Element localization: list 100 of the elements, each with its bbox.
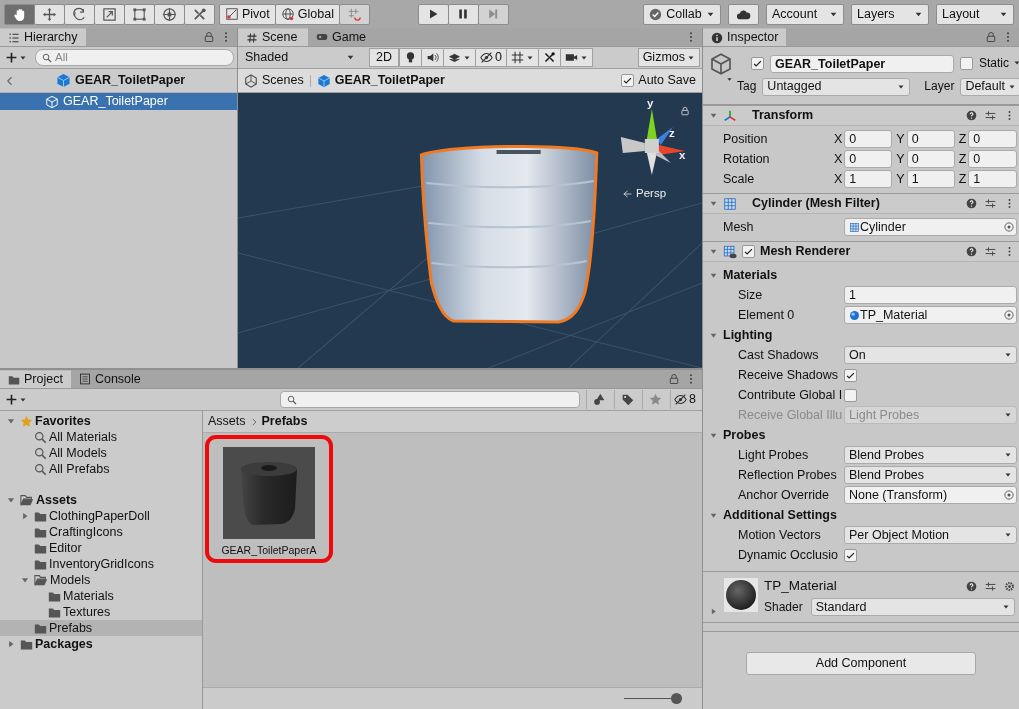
tree-item[interactable]: Textures [0,604,202,620]
transform-tool-button[interactable] [154,3,185,25]
mesh-grid-icon [723,196,737,211]
hierarchy-item[interactable]: GEAR_ToiletPaper [0,93,237,110]
section-header[interactable]: Lighting [703,325,1019,345]
panel-tab[interactable]: Game [308,28,378,46]
number-field[interactable]: 0 [968,150,1017,168]
object-field[interactable]: Cylinder [844,218,1017,236]
tree-item[interactable]: Editor [0,540,202,556]
tree-item[interactable]: Materials [0,588,202,604]
section-header[interactable]: Additional Settings [703,505,1019,525]
account-dropdown[interactable]: Account [766,3,844,25]
active-checkbox[interactable] [751,57,764,70]
move-tool-button[interactable] [34,3,65,25]
custom-tool-button[interactable] [184,3,215,25]
panel-tab[interactable]: Project [0,370,71,388]
number-field[interactable]: 0 [906,130,955,148]
tree-item[interactable]: Prefabs [0,620,202,636]
layers-dropdown[interactable]: Layers [851,3,929,25]
slider-thumb[interactable] [671,693,682,704]
hand-tool-button[interactable] [4,3,35,25]
number-field[interactable]: 1 [844,170,893,188]
layout-dropdown[interactable]: Layout [936,3,1014,25]
text-field[interactable]: 1 [844,286,1017,304]
component-header[interactable]: Transform [703,105,1019,126]
transform-axes-icon [723,108,737,123]
checkbox[interactable] [844,548,857,562]
snap-button[interactable] [338,3,370,25]
cloud-button[interactable] [728,3,759,25]
tag-dropdown[interactable]: Untagged [762,77,911,96]
pause-button[interactable] [447,3,479,25]
layer-dropdown[interactable]: Default [960,77,1019,96]
hidden-objects-button[interactable]: 0 [475,48,507,67]
effects-button[interactable] [443,48,476,67]
section-header[interactable]: Materials [703,265,1019,285]
breadcrumb-link[interactable]: Prefabs [261,414,308,429]
tree-item[interactable]: Models [0,572,202,588]
dropdown[interactable]: On [844,346,1017,364]
checkbox[interactable] [621,74,635,87]
breadcrumb-link[interactable]: GEAR_ToiletPaper [316,73,445,88]
tree-item[interactable]: Packages [0,636,202,652]
panel-tab[interactable]: Hierarchy [0,28,86,46]
breadcrumb-link[interactable]: Scenes [244,73,304,88]
tree-item[interactable]: Assets [0,492,202,508]
static-checkbox[interactable] [960,57,973,70]
lighting-button[interactable] [399,48,422,67]
audio-button[interactable] [421,48,444,67]
number-field[interactable]: 0 [906,150,955,168]
number-field[interactable]: 0 [844,130,893,148]
panel-tab[interactable]: Scene [238,28,308,46]
number-field[interactable]: 1 [968,170,1017,188]
shading-dropdown[interactable]: Shaded [241,48,359,67]
pivot-button[interactable]: Pivot [219,3,276,25]
axis-label: X [834,171,843,187]
collab-dropdown[interactable]: Collab [643,3,721,25]
tree-item[interactable]: InventoryGridIcons [0,556,202,572]
search-field[interactable] [280,391,581,408]
panel-tab[interactable]: Inspector [703,28,787,46]
object-field[interactable]: None (Transform) [844,486,1017,504]
breadcrumb-link[interactable]: Assets [208,414,246,429]
rect-tool-button[interactable] [124,3,155,25]
tree-item[interactable]: ClothingPaperDoll [0,508,202,524]
rotate-tool-button[interactable] [64,3,95,25]
toilet-paper-thumbnail[interactable] [223,447,315,539]
gizmos-dropdown[interactable]: Gizmos [637,48,700,67]
tools-button[interactable] [537,48,561,67]
object-field[interactable]: TP_Material [844,306,1017,324]
global-button[interactable]: Global [274,3,340,25]
number-field[interactable]: 1 [906,170,955,188]
tree-item[interactable]: All Prefabs [0,461,202,477]
grid-button[interactable] [505,48,539,67]
checkbox[interactable] [844,388,857,402]
checkbox[interactable] [844,368,857,382]
dropdown[interactable]: Per Object Motion [844,526,1017,544]
tag-label: Tag [737,79,757,94]
scale-tool-button[interactable] [94,3,125,25]
toggle-2d-button[interactable]: 2D [369,48,399,67]
play-button[interactable] [417,3,449,25]
camera-button[interactable] [559,48,593,67]
component-header[interactable]: Mesh Renderer [703,241,1019,262]
tree-item[interactable]: All Models [0,445,202,461]
panel-tab[interactable]: Console [70,370,149,388]
search-field[interactable]: All [35,49,234,66]
enabled-checkbox[interactable] [742,245,755,258]
hidden-packages-button[interactable]: 8 [670,390,699,409]
step-icon [487,8,500,20]
shader-dropdown[interactable]: Standard [810,598,1015,617]
dropdown[interactable]: Blend Probes [844,466,1017,484]
tree-item[interactable]: CraftingIcons [0,524,202,540]
property-label: Scale [723,171,756,187]
number-field[interactable]: 0 [844,150,893,168]
name-field[interactable]: GEAR_ToiletPaper [770,54,954,73]
tree-item[interactable]: All Materials [0,429,202,445]
component-header[interactable]: Cylinder (Mesh Filter) [703,193,1019,214]
add-component-button[interactable]: Add Component [746,652,976,676]
number-field[interactable]: 0 [968,130,1017,148]
static-dropdown[interactable]: Static [979,56,1019,71]
section-header[interactable]: Probes [703,425,1019,445]
dropdown[interactable]: Blend Probes [844,446,1017,464]
tree-item[interactable]: Favorites [0,413,202,429]
